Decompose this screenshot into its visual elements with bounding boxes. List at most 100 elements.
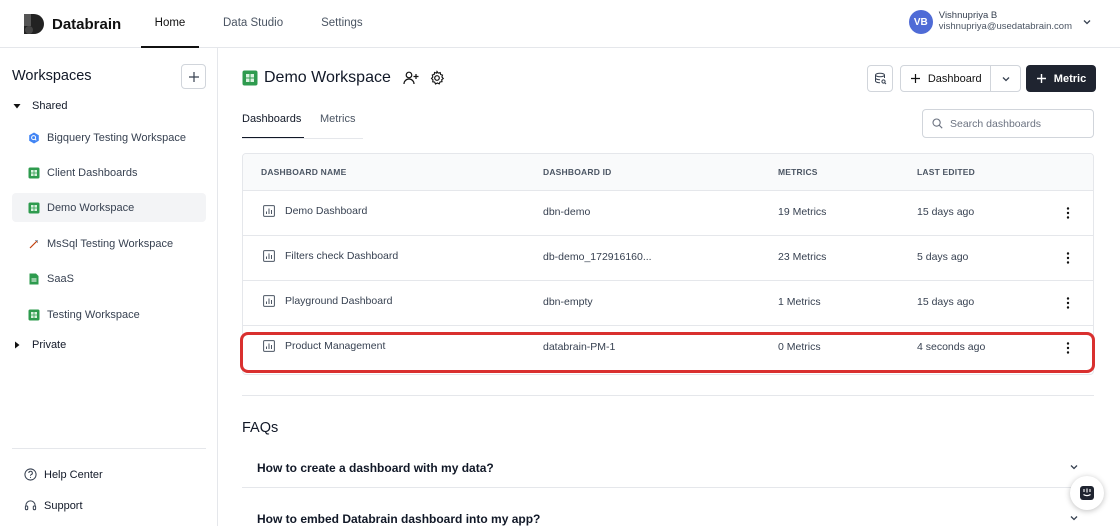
col-dashboard-name: DASHBOARD NAME <box>261 167 347 177</box>
sheet-icon <box>28 309 40 320</box>
sidebar-item-label: Demo Workspace <box>47 201 135 214</box>
row-menu-button[interactable] <box>1061 250 1075 266</box>
datasource-button[interactable] <box>867 65 893 92</box>
faq-item[interactable]: How to create a dashboard with my data? <box>242 448 1094 488</box>
support-link[interactable]: Support <box>24 499 83 512</box>
bar-chart-icon <box>263 340 275 352</box>
top-bar: Databrain Home Data Studio Settings VB V… <box>0 0 1120 48</box>
faq-item[interactable]: How to embed Databrain dashboard into my… <box>242 499 1094 526</box>
add-workspace-button[interactable] <box>181 64 206 89</box>
chat-icon <box>1080 486 1094 500</box>
tabs-divider <box>242 138 363 139</box>
dashboard-last-edited: 15 days ago <box>917 206 975 218</box>
page-title: Demo Workspace <box>264 69 391 86</box>
chat-launcher-button[interactable] <box>1070 476 1104 510</box>
col-last-edited: LAST EDITED <box>917 167 975 177</box>
group-private[interactable]: Private <box>12 339 66 351</box>
dashboard-name-cell: Product Management <box>263 340 385 352</box>
add-dashboard-label: Dashboard <box>927 72 982 85</box>
add-metric-button[interactable]: Metric <box>1026 65 1096 92</box>
dashboard-name: Playground Dashboard <box>285 295 393 307</box>
sidebar-item-testing-workspace[interactable]: Testing Workspace <box>12 300 206 329</box>
add-dashboard-split-button: Dashboard <box>900 65 1021 92</box>
avatar: VB <box>908 10 933 34</box>
dashboard-metrics: 23 Metrics <box>778 251 827 263</box>
dashboard-name-cell: Playground Dashboard <box>263 295 392 307</box>
add-user-icon[interactable] <box>403 70 419 86</box>
table-header: DASHBOARD NAME DASHBOARD ID METRICS LAST… <box>243 154 1093 191</box>
bigquery-icon <box>29 132 39 143</box>
add-dashboard-button[interactable]: Dashboard <box>901 66 992 91</box>
dashboard-id: dbn-empty <box>543 296 593 308</box>
kebab-menu-icon <box>1066 342 1070 354</box>
dashboard-id: dbn-demo <box>543 206 591 218</box>
user-menu[interactable]: VB Vishnupriya B vishnupriya@usedatabrai… <box>908 10 1092 34</box>
sheet-icon <box>28 167 40 178</box>
table-row[interactable]: Product Management databrain-PM-1 0 Metr… <box>243 326 1093 371</box>
table-row[interactable]: Filters check Dashboard db-demo_17291616… <box>243 236 1093 281</box>
dashboard-name-cell: Filters check Dashboard <box>263 250 398 262</box>
tab-metrics[interactable]: Metrics <box>320 102 355 139</box>
user-email: vishnupriya@usedatabrain.com <box>938 21 1072 32</box>
logo[interactable]: Databrain <box>22 12 121 36</box>
caret-down-icon <box>13 104 21 109</box>
dashboard-id: databrain-PM-1 <box>543 341 616 353</box>
bar-chart-icon <box>263 295 275 307</box>
tab-dashboards[interactable]: Dashboards <box>242 102 304 139</box>
sheet-icon <box>28 202 40 213</box>
col-metrics: METRICS <box>778 167 818 177</box>
dashboard-name: Product Management <box>285 340 386 352</box>
nav-settings[interactable]: Settings <box>321 0 363 48</box>
sidebar-item-client-dashboards[interactable]: Client Dashboards <box>12 158 206 187</box>
sidebar-item-saas[interactable]: SaaS <box>12 264 206 293</box>
dashboard-metrics: 1 Metrics <box>778 296 821 308</box>
dashboard-dropdown-button[interactable] <box>991 66 1020 91</box>
top-nav: Home Data Studio Settings <box>141 0 363 48</box>
caret-right-icon <box>15 341 20 349</box>
row-menu-button[interactable] <box>1061 205 1075 221</box>
sheet-icon <box>242 70 258 86</box>
group-shared[interactable]: Shared <box>12 100 67 112</box>
help-icon <box>24 468 37 481</box>
kebab-menu-icon <box>1066 297 1070 309</box>
main-content: Demo Workspace Dashboard Metric Dashboar… <box>219 48 1120 526</box>
kebab-menu-icon <box>1066 252 1070 264</box>
search-input[interactable] <box>950 117 1090 130</box>
sidebar-item-mssql-testing[interactable]: MsSql Testing Workspace <box>12 229 206 258</box>
faq-question: How to embed Databrain dashboard into my… <box>257 512 541 526</box>
sidebar-divider <box>12 448 206 449</box>
faq-title: FAQs <box>242 420 279 436</box>
row-menu-button[interactable] <box>1061 295 1075 311</box>
mssql-icon <box>29 239 38 248</box>
bar-chart-icon <box>263 250 275 262</box>
dashboard-metrics: 19 Metrics <box>778 206 827 218</box>
help-center-link[interactable]: Help Center <box>24 468 103 481</box>
row-menu-button[interactable] <box>1061 340 1075 356</box>
chevron-down-icon <box>1070 516 1078 521</box>
sidebar-item-bigquery-testing[interactable]: Bigquery Testing Workspace <box>12 123 206 152</box>
dashboard-name: Demo Dashboard <box>285 205 368 217</box>
sidebar-title: Workspaces <box>12 68 92 84</box>
tab-bar: Dashboards Metrics <box>242 102 355 139</box>
databrain-logo-icon <box>24 14 44 34</box>
nav-data-studio[interactable]: Data Studio <box>223 0 283 48</box>
dashboard-id: db-demo_172916160... <box>543 251 652 263</box>
plus-icon <box>1036 74 1046 83</box>
sidebar-item-demo-workspace[interactable]: Demo Workspace <box>12 193 206 222</box>
file-icon <box>29 273 39 284</box>
app-name: Databrain <box>52 15 122 33</box>
chevron-down-icon <box>1070 465 1078 470</box>
table-row[interactable]: Demo Dashboard dbn-demo 19 Metrics 15 da… <box>243 191 1093 236</box>
faq-question: How to create a dashboard with my data? <box>257 461 494 475</box>
table-row[interactable]: Playground Dashboard dbn-empty 1 Metrics… <box>243 281 1093 326</box>
dashboard-metrics: 0 Metrics <box>778 341 821 353</box>
dashboard-last-edited: 15 days ago <box>917 296 975 308</box>
gear-icon[interactable] <box>429 70 445 86</box>
dashboard-last-edited: 4 seconds ago <box>917 341 986 353</box>
dashboard-name-cell: Demo Dashboard <box>263 205 367 217</box>
support-label: Support <box>44 499 83 512</box>
sidebar-item-label: Bigquery Testing Workspace <box>47 131 186 144</box>
faq-divider <box>242 395 1094 396</box>
headset-icon <box>24 500 37 511</box>
nav-home[interactable]: Home <box>141 0 199 48</box>
